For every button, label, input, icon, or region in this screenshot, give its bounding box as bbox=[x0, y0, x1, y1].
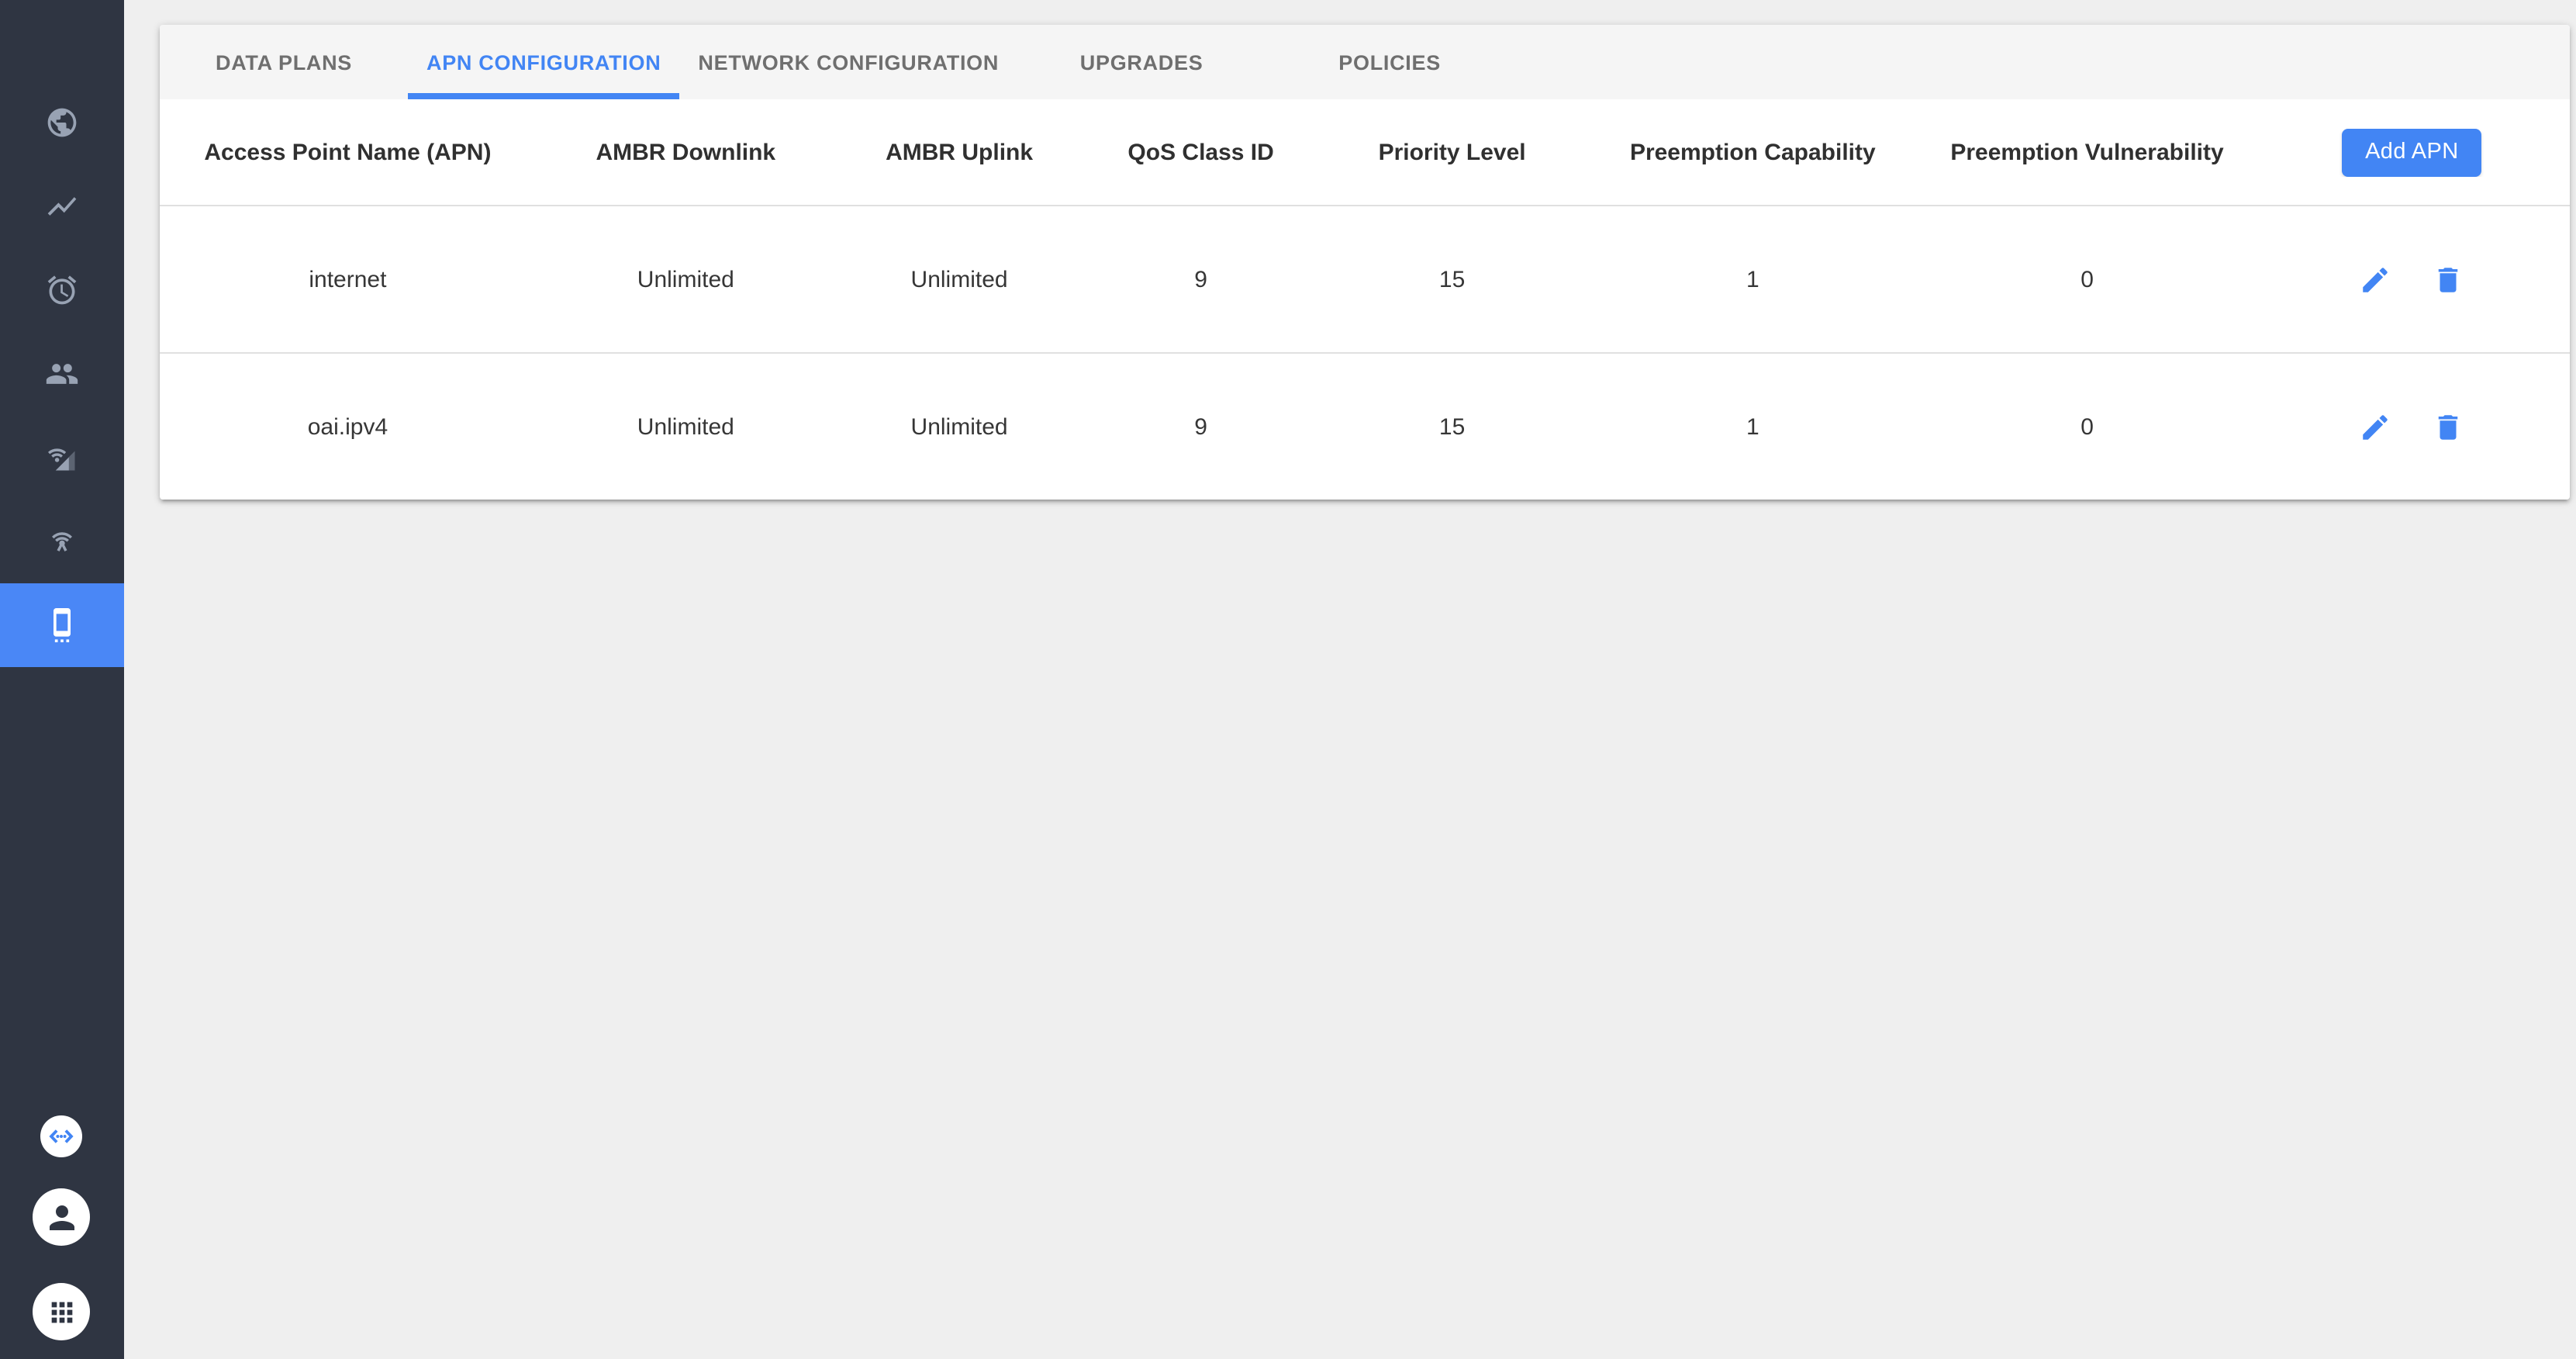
add-apn-button[interactable]: Add APN bbox=[2342, 128, 2482, 176]
header-ambr-downlink: AMBR Downlink bbox=[596, 139, 776, 165]
edit-apn-button[interactable] bbox=[2359, 410, 2391, 443]
person-icon bbox=[49, 1205, 74, 1229]
trash-icon bbox=[2439, 267, 2458, 292]
cell-wifi-icon bbox=[47, 448, 75, 471]
app-window: DATA PLANS APN CONFIGURATION NETWORK CON… bbox=[0, 0, 2576, 1359]
show-chart-icon bbox=[47, 197, 77, 216]
apps-grid-icon bbox=[50, 1301, 72, 1323]
settings-cell-icon bbox=[54, 608, 71, 642]
ambr-downlink-cell: Unlimited bbox=[637, 413, 734, 440]
header-actions: Add APN bbox=[2254, 128, 2570, 176]
code-icon bbox=[49, 1129, 74, 1143]
tab-policies[interactable]: POLICIES bbox=[1266, 25, 1514, 99]
qos-class-id-cell: 9 bbox=[1194, 266, 1207, 292]
delete-apn-button[interactable] bbox=[2432, 263, 2464, 296]
header-apn: Access Point Name (APN) bbox=[204, 139, 492, 165]
sidebar-item-gateways[interactable] bbox=[0, 500, 124, 583]
sidebar bbox=[0, 0, 124, 1359]
apn-table: Access Point Name (APN) AMBR Downlink AM… bbox=[160, 99, 2570, 500]
ambr-downlink-cell: Unlimited bbox=[637, 266, 734, 292]
edit-apn-button[interactable] bbox=[2359, 263, 2391, 296]
sidebar-item-metrics[interactable] bbox=[0, 164, 124, 248]
apn-name-cell: internet bbox=[309, 266, 387, 292]
tab-network-configuration[interactable]: NETWORK CONFIGURATION bbox=[679, 25, 1017, 99]
globe-icon bbox=[47, 108, 77, 137]
apn-name-cell: oai.ipv4 bbox=[307, 413, 388, 440]
apps-button[interactable] bbox=[33, 1283, 90, 1340]
sidebar-item-subscribers[interactable] bbox=[0, 332, 124, 416]
qos-class-id-cell: 9 bbox=[1194, 413, 1207, 440]
wifi-tethering-icon bbox=[51, 532, 73, 552]
preemption-capability-cell: 1 bbox=[1746, 413, 1759, 440]
row-actions bbox=[2254, 263, 2570, 296]
ambr-uplink-cell: Unlimited bbox=[910, 413, 1008, 440]
header-preemption-capability: Preemption Capability bbox=[1629, 139, 1876, 165]
tab-upgrades[interactable]: UPGRADES bbox=[1017, 25, 1266, 99]
sidebar-item-network-map[interactable] bbox=[0, 81, 124, 164]
tab-apn-configuration[interactable]: APN CONFIGURATION bbox=[408, 25, 680, 99]
account-button[interactable] bbox=[33, 1188, 90, 1246]
api-docs-button[interactable] bbox=[40, 1115, 82, 1157]
apn-table-row-internet: internet Unlimited Unlimited 9 15 1 0 bbox=[160, 206, 2570, 352]
apn-table-header-row: Access Point Name (APN) AMBR Downlink AM… bbox=[160, 99, 2570, 206]
alarm-icon bbox=[47, 275, 77, 305]
priority-level-cell: 15 bbox=[1438, 413, 1466, 440]
sidebar-item-alarms[interactable] bbox=[0, 248, 124, 332]
sidebar-item-network[interactable] bbox=[0, 416, 124, 500]
pencil-icon bbox=[2363, 267, 2388, 292]
trash-icon bbox=[2439, 414, 2458, 439]
preemption-capability-cell: 1 bbox=[1746, 266, 1759, 292]
pencil-icon bbox=[2363, 414, 2388, 439]
preemption-vulnerability-cell: 0 bbox=[2080, 266, 2094, 292]
tab-data-plans[interactable]: DATA PLANS bbox=[160, 25, 408, 99]
people-icon bbox=[46, 364, 78, 384]
ambr-uplink-cell: Unlimited bbox=[910, 266, 1008, 292]
apn-table-row-oai-ipv4: oai.ipv4 Unlimited Unlimited 9 15 1 0 bbox=[160, 352, 2570, 500]
row-actions bbox=[2254, 410, 2570, 443]
preemption-vulnerability-cell: 0 bbox=[2080, 413, 2094, 440]
apn-configuration-card: DATA PLANS APN CONFIGURATION NETWORK CON… bbox=[160, 25, 2570, 500]
header-ambr-uplink: AMBR Uplink bbox=[886, 139, 1034, 165]
header-priority-level: Priority Level bbox=[1378, 139, 1526, 165]
delete-apn-button[interactable] bbox=[2432, 410, 2464, 443]
sidebar-nav bbox=[0, 0, 124, 667]
header-preemption-vulnerability: Preemption Vulnerability bbox=[1950, 139, 2224, 165]
priority-level-cell: 15 bbox=[1438, 266, 1466, 292]
sidebar-item-configure[interactable] bbox=[0, 583, 124, 667]
tab-bar: DATA PLANS APN CONFIGURATION NETWORK CON… bbox=[160, 25, 2570, 99]
header-qos-class-id: QoS Class ID bbox=[1127, 139, 1274, 165]
